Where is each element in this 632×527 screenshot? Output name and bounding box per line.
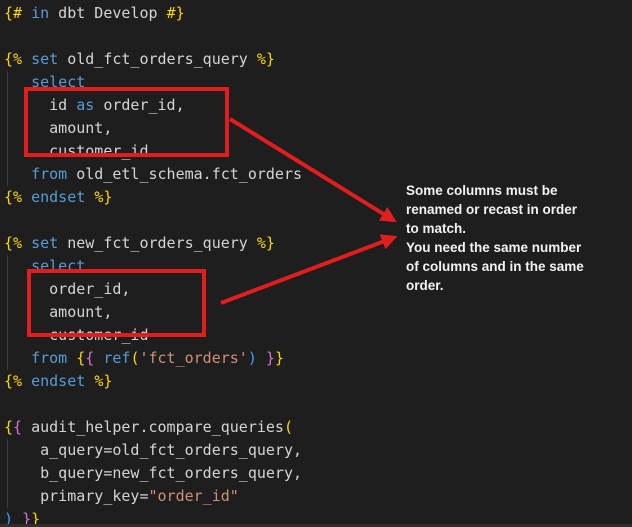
code-token: old_fct_orders_query <box>58 50 257 68</box>
annotation-box-old-columns <box>24 87 229 157</box>
code-token: endset <box>31 188 85 206</box>
code-token: { <box>13 418 22 436</box>
annotation-note-line: order. <box>406 276 611 295</box>
code-token: {% <box>4 372 22 390</box>
code-line[interactable]: primary_key="order_id" <box>4 485 302 508</box>
code-token: from <box>31 349 67 367</box>
code-line[interactable]: b_query=new_fct_orders_query, <box>4 462 302 485</box>
code-token: %} <box>94 372 112 390</box>
annotation-note-line: to match. <box>406 219 611 238</box>
code-token <box>22 4 31 22</box>
code-token: a_query=old_fct_orders_query, <box>4 441 302 459</box>
code-token: #} <box>167 4 185 22</box>
code-token: %} <box>257 50 275 68</box>
code-token: endset <box>31 372 85 390</box>
code-line[interactable]: {% set new_fct_orders_query %} <box>4 232 302 255</box>
code-line[interactable]: {% set old_fct_orders_query %} <box>4 48 302 71</box>
code-token <box>257 349 266 367</box>
code-line[interactable]: {# in dbt Develop #} <box>4 2 302 25</box>
code-token: { <box>76 349 85 367</box>
code-line[interactable]: {{ audit_helper.compare_queries( <box>4 416 302 439</box>
code-line[interactable]: {% endset %} <box>4 370 302 393</box>
code-token: ( <box>284 418 293 436</box>
code-token <box>22 188 31 206</box>
code-token <box>4 349 31 367</box>
code-token: set <box>31 50 58 68</box>
code-token: audit_helper.compare_queries <box>22 418 284 436</box>
code-token: %} <box>94 188 112 206</box>
code-line[interactable] <box>4 25 302 48</box>
code-token: {% <box>4 50 22 68</box>
code-token <box>22 372 31 390</box>
code-token: { <box>4 418 13 436</box>
annotation-note-line: of columns and in the same <box>406 257 611 276</box>
code-token: } <box>275 349 284 367</box>
annotation-note-line: renamed or recast in order <box>406 200 611 219</box>
code-token: "order_id" <box>149 487 239 505</box>
code-token: {% <box>4 234 22 252</box>
code-token: {# <box>4 4 22 22</box>
code-token: old_etl_schema.fct_orders <box>67 165 302 183</box>
code-token <box>85 188 94 206</box>
annotation-note-line: Some columns must be <box>406 181 611 200</box>
code-token <box>22 50 31 68</box>
code-token: b_query=new_fct_orders_query, <box>4 464 302 482</box>
vscode-editor: {# in dbt Develop #} {% set old_fct_order… <box>0 0 632 527</box>
code-token: set <box>31 234 58 252</box>
code-token: ref <box>103 349 130 367</box>
code-token: dbt Develop <box>49 4 166 22</box>
code-line[interactable]: from {{ ref('fct_orders') }} <box>4 347 302 370</box>
annotation-note-line: You need the same number <box>406 238 611 257</box>
code-token <box>67 349 76 367</box>
code-line[interactable]: a_query=old_fct_orders_query, <box>4 439 302 462</box>
code-token: 'fct_orders' <box>139 349 247 367</box>
code-token: { <box>85 349 94 367</box>
code-token: {% <box>4 188 22 206</box>
code-token: from <box>31 165 67 183</box>
code-token <box>22 234 31 252</box>
code-line[interactable] <box>4 209 302 232</box>
annotation-box-new-columns <box>27 269 206 337</box>
code-line[interactable] <box>4 393 302 416</box>
code-token: primary_key= <box>4 487 149 505</box>
code-token: in <box>31 4 49 22</box>
code-token <box>4 165 31 183</box>
annotation-note: Some columns must be renamed or recast i… <box>406 181 611 295</box>
code-token: %} <box>257 234 275 252</box>
code-token: } <box>266 349 275 367</box>
code-token <box>85 372 94 390</box>
code-token: new_fct_orders_query <box>58 234 257 252</box>
code-token: ) <box>248 349 257 367</box>
code-editor[interactable]: {# in dbt Develop #} {% set old_fct_order… <box>4 2 302 527</box>
code-token <box>94 349 103 367</box>
code-line[interactable]: {% endset %} <box>4 186 302 209</box>
code-line[interactable]: from old_etl_schema.fct_orders <box>4 163 302 186</box>
